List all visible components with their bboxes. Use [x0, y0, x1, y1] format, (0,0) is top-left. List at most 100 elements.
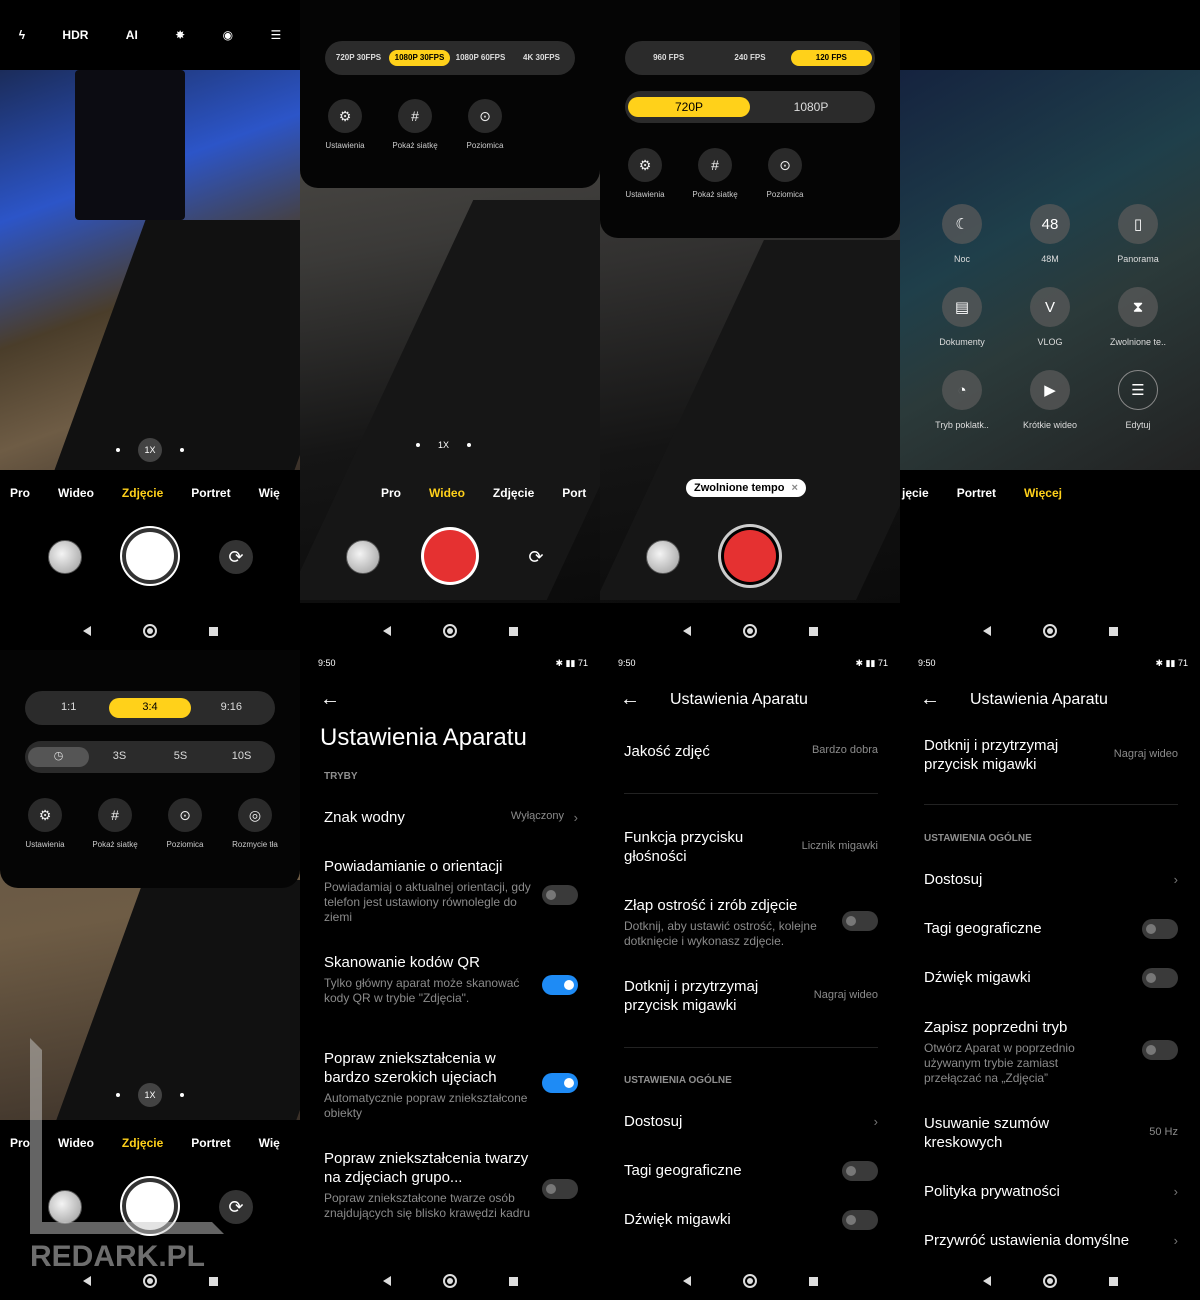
switch-camera-icon[interactable]: ⟳ [219, 1190, 253, 1224]
mode-more[interactable]: Wię [259, 486, 280, 500]
back-arrow-icon[interactable]: ← [920, 688, 940, 711]
shutter-button[interactable] [122, 528, 178, 584]
back-nav-icon[interactable] [982, 1276, 991, 1286]
tool-grid[interactable]: # Pokaż siatkę [380, 99, 450, 150]
mode-photo[interactable]: jęcie [902, 486, 929, 500]
zoom-dot[interactable] [416, 443, 420, 447]
setting-save-previous-mode[interactable]: Zapisz poprzedni tryb Otwórz Aparat w pop… [924, 1018, 1178, 1086]
tool-settings[interactable]: ⚙ Ustawienia [10, 798, 80, 849]
resolution-selector[interactable]: 720P 30FPS 1080P 30FPS 1080P 60FPS 4K 30… [325, 41, 575, 75]
qr-toggle[interactable] [542, 975, 578, 995]
zoom-dot[interactable] [116, 448, 120, 452]
mode-portrait[interactable]: Port [562, 486, 586, 500]
focus-toggle[interactable] [842, 911, 878, 931]
mode-pro[interactable]: Pro [10, 1136, 30, 1150]
geotag-toggle[interactable] [842, 1161, 878, 1181]
back-nav-icon[interactable] [982, 626, 991, 636]
more-panorama[interactable]: ▯ Panorama [1098, 204, 1178, 264]
mode-pro[interactable]: Pro [381, 486, 401, 500]
save-mode-toggle[interactable] [1142, 1040, 1178, 1060]
more-slowmo[interactable]: ⧗ Zwolnione te.. [1098, 287, 1178, 347]
recents-nav-icon[interactable] [208, 1276, 218, 1286]
setting-orientation[interactable]: Powiadamianie o orientacji Powiadamiaj o … [324, 857, 578, 925]
setting-customize[interactable]: Dostosuj › [624, 1112, 878, 1131]
face-distortion-toggle[interactable] [542, 1179, 578, 1199]
res-option[interactable]: 720P 30FPS [328, 50, 389, 66]
mode-video[interactable]: Wideo [429, 486, 465, 500]
res-option[interactable]: 720P [628, 96, 750, 118]
setting-wide-distortion[interactable]: Popraw zniekształcenia w bardzo szerokic… [324, 1049, 578, 1121]
res-option[interactable]: 4K 30FPS [511, 50, 572, 66]
zoom-button[interactable]: 1X [438, 440, 449, 450]
home-nav-icon[interactable] [1042, 624, 1057, 638]
switch-camera-icon[interactable]: ⟳ [219, 540, 253, 574]
mode-portrait[interactable]: Portret [957, 486, 996, 500]
timer-selector[interactable]: ◷ 3S 5S 10S [25, 741, 275, 773]
more-edit[interactable]: ☰ Edytuj [1098, 370, 1178, 430]
geotag-toggle[interactable] [1142, 919, 1178, 939]
back-nav-icon[interactable] [382, 1276, 391, 1286]
more-night[interactable]: ☾ Noc [922, 204, 1002, 264]
setting-volume-button[interactable]: Funkcja przycisku głośności Licznik migaw… [624, 828, 878, 866]
tool-level[interactable]: ⊙ Poziomica [450, 99, 520, 150]
setting-privacy[interactable]: Polityka prywatności › [924, 1182, 1178, 1201]
more-vlog[interactable]: V VLOG [1010, 287, 1090, 347]
menu-icon[interactable]: ☰ [270, 28, 281, 42]
mode-more[interactable]: Więcej [1024, 486, 1062, 500]
back-arrow-icon[interactable]: ← [620, 688, 640, 711]
recents-nav-icon[interactable] [1108, 626, 1118, 636]
mode-pro[interactable]: Pro [10, 486, 30, 500]
tool-grid[interactable]: # Pokaż siatkę [80, 798, 150, 849]
mode-photo[interactable]: Zdjęcie [122, 486, 163, 500]
home-nav-icon[interactable] [742, 1274, 757, 1288]
home-nav-icon[interactable] [442, 624, 457, 638]
home-nav-icon[interactable] [442, 1274, 457, 1288]
gallery-thumbnail[interactable] [48, 540, 82, 574]
back-nav-icon[interactable] [682, 626, 691, 636]
record-button[interactable] [424, 530, 476, 582]
timer-option[interactable]: 3S [89, 747, 150, 767]
setting-qr[interactable]: Skanowanie kodów QR Tylko główny aparat m… [324, 953, 578, 1006]
recents-nav-icon[interactable] [208, 626, 218, 636]
fps-option[interactable]: 120 FPS [790, 49, 872, 67]
shutter-sound-toggle[interactable] [842, 1210, 878, 1230]
zoom-dot[interactable] [180, 448, 184, 452]
setting-geotags[interactable]: Tagi geograficzne [624, 1161, 878, 1181]
aspect-ratio-selector[interactable]: 1:1 3:4 9:16 [25, 691, 275, 725]
res-option[interactable]: 1080P 60FPS [450, 50, 511, 66]
setting-quality[interactable]: Jakość zdjęć Bardzo dobra [624, 742, 878, 761]
lens-icon[interactable]: ◉ [223, 28, 233, 42]
ratio-option[interactable]: 9:16 [191, 698, 272, 718]
setting-geotags[interactable]: Tagi geograficzne [924, 919, 1178, 939]
zoom-dot[interactable] [467, 443, 472, 447]
res-option[interactable]: 1080P 30FPS [389, 49, 450, 67]
back-nav-icon[interactable] [82, 1276, 91, 1286]
gallery-thumbnail[interactable] [646, 540, 680, 574]
zoom-control[interactable]: 1X [416, 440, 472, 450]
setting-watermark[interactable]: Znak wodny Wyłączony › [324, 808, 578, 827]
setting-shutter-sound[interactable]: Dźwięk migawki [624, 1210, 878, 1230]
setting-reset[interactable]: Przywróć ustawienia domyślne › [924, 1231, 1178, 1250]
orientation-toggle[interactable] [542, 885, 578, 905]
back-nav-icon[interactable] [82, 626, 91, 636]
setting-customize[interactable]: Dostosuj › [924, 870, 1178, 889]
shutter-sound-toggle[interactable] [1142, 968, 1178, 988]
home-nav-icon[interactable] [742, 624, 757, 638]
fps-option[interactable]: 960 FPS [628, 50, 709, 66]
more-documents[interactable]: ▤ Dokumenty [922, 287, 1002, 347]
setting-hold-shutter[interactable]: Dotknij i przytrzymaj przycisk migawki Na… [624, 977, 878, 1015]
home-nav-icon[interactable] [1042, 1274, 1057, 1288]
ratio-option[interactable]: 3:4 [109, 698, 191, 718]
zoom-control[interactable]: 1X [116, 438, 184, 462]
home-nav-icon[interactable] [142, 624, 157, 638]
setting-hold-shutter[interactable]: Dotknij i przytrzymaj przycisk migawki Na… [924, 736, 1178, 774]
switch-camera-icon[interactable]: ⟳ [519, 540, 553, 574]
beauty-icon[interactable]: ✸ [175, 28, 185, 42]
recents-nav-icon[interactable] [1108, 1276, 1118, 1286]
back-arrow-icon[interactable]: ← [320, 688, 340, 711]
tool-level[interactable]: ⊙ Poziomica [150, 798, 220, 849]
more-48m[interactable]: 48 48M [1010, 204, 1090, 264]
tool-background-blur[interactable]: ◎ Rozmycie tła [220, 798, 290, 849]
ratio-option[interactable]: 1:1 [28, 698, 109, 718]
tool-grid[interactable]: # Pokaż siatkę [680, 148, 750, 199]
